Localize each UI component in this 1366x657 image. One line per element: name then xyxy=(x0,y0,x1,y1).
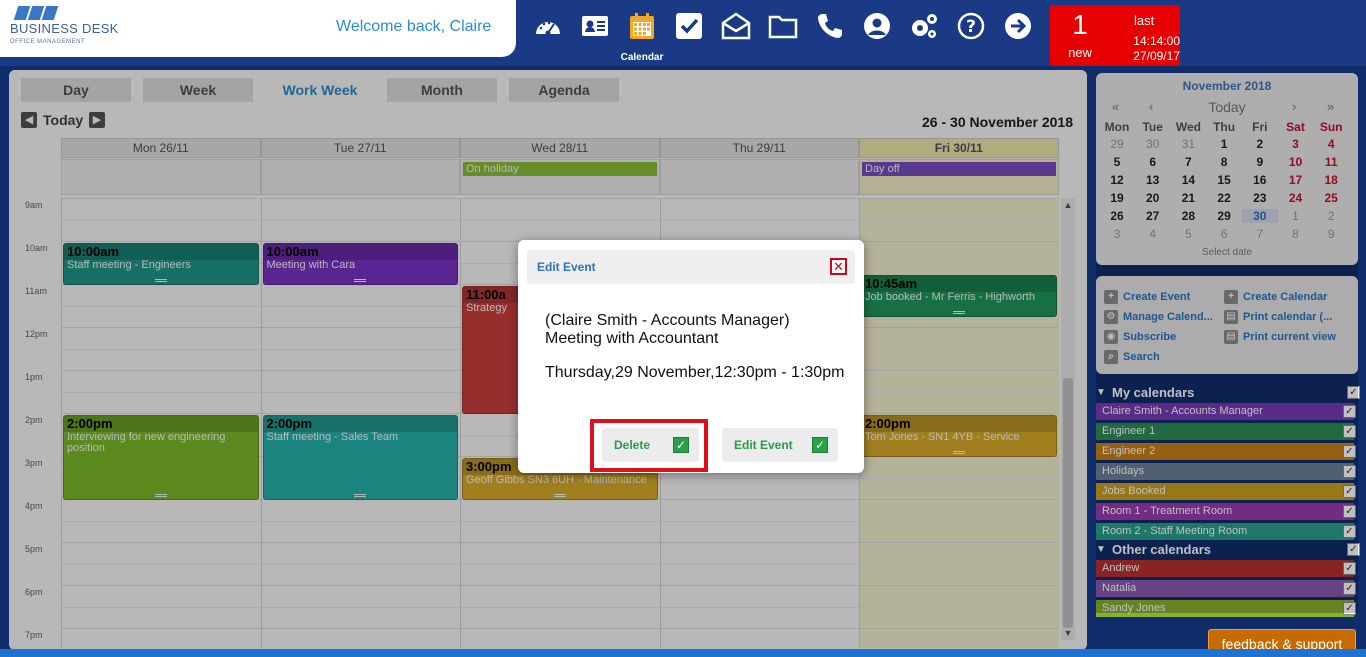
brand-panel: BUSINESS DESK OFFICE MANAGEMENT Welcome … xyxy=(0,0,516,57)
check-icon: ✓ xyxy=(812,437,828,453)
folder-icon[interactable] xyxy=(763,6,803,46)
notification-new-label: new xyxy=(1068,45,1092,60)
tasks-check-icon[interactable] xyxy=(669,6,709,46)
calendar-icon[interactable] xyxy=(622,6,662,46)
dashboard-icon[interactable] xyxy=(528,6,568,46)
event-owner: (Claire Smith - Accounts Manager) xyxy=(545,312,790,329)
edit-event-label: Edit Event xyxy=(734,438,793,452)
top-header: BUSINESS DESK OFFICE MANAGEMENT Welcome … xyxy=(0,0,1366,66)
logo-subtitle: OFFICE MANAGEMENT xyxy=(10,39,86,45)
notification-date: 27/09/17 xyxy=(1133,49,1180,63)
notification-time: 14:14:00 xyxy=(1133,34,1180,48)
logout-arrow-icon[interactable] xyxy=(998,6,1038,46)
bottom-bar xyxy=(0,649,1366,657)
event-title: Meeting with Accountant xyxy=(545,330,719,347)
welcome-message: Welcome back, Claire xyxy=(336,18,492,35)
contacts-card-icon[interactable] xyxy=(575,6,615,46)
event-when: Thursday,29 November,12:30pm - 1:30pm xyxy=(545,364,845,381)
user-profile-icon[interactable] xyxy=(857,6,897,46)
logo-text: BUSINESS DESK xyxy=(10,21,119,36)
phone-icon[interactable] xyxy=(810,6,850,46)
logo-icon xyxy=(12,6,59,20)
notification-last-label: last xyxy=(1134,13,1155,28)
dialog-body: (Claire Smith - Accounts Manager) Meeting… xyxy=(545,312,845,398)
dialog-header: Edit Event ✕ xyxy=(527,250,855,284)
sidebar-backdrop xyxy=(1096,73,1358,613)
help-icon[interactable]: ? xyxy=(951,6,991,46)
notification-panel[interactable]: 1 new last 14:14:00 27/09/17 xyxy=(1050,5,1180,66)
close-icon[interactable]: ✕ xyxy=(830,258,847,275)
notification-count: 1 xyxy=(1072,9,1088,40)
mail-icon[interactable] xyxy=(716,6,756,46)
dialog-title: Edit Event xyxy=(537,260,596,274)
edit-event-button[interactable]: Edit Event ✓ xyxy=(722,428,838,462)
active-nav-label: Calendar xyxy=(620,52,664,63)
delete-highlight-box xyxy=(590,419,708,472)
settings-gears-icon[interactable] xyxy=(904,6,944,46)
svg-text:?: ? xyxy=(966,17,976,37)
